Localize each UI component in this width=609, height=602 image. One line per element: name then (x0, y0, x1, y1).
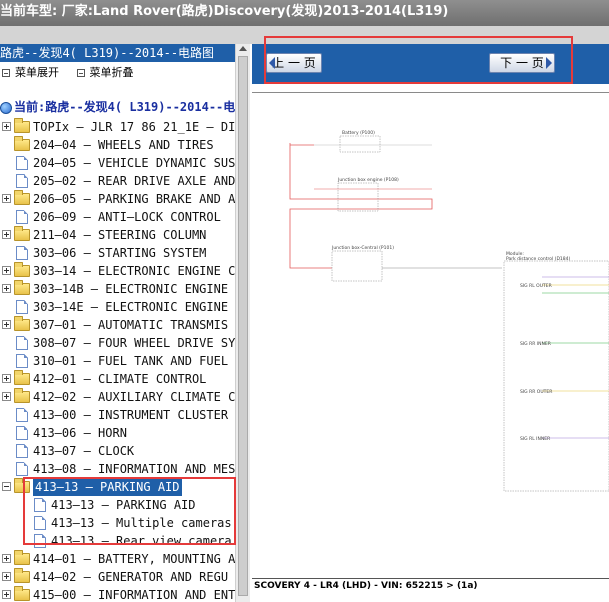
tree-item-label: 303—14B — ELECTRONIC ENGINE C (33, 282, 243, 296)
tree-item-label: TOPIx — JLR 17 86 21_1E — DISCO (33, 120, 250, 134)
expand-node-icon[interactable] (2, 320, 11, 329)
tree-item-label: 307—01 — AUTOMATIC TRANSMIS (33, 318, 229, 332)
globe-icon (0, 101, 12, 114)
wiring-diagram: Battery (P100) Junction box engine (P108… (252, 92, 609, 582)
footer-rule (252, 578, 609, 579)
document-icon (16, 174, 28, 188)
tree-item-label: 303—14E — ELECTRONIC ENGINE C (33, 300, 243, 314)
tree-item-label: 413—08 — INFORMATION AND MES (33, 462, 236, 476)
expand-icon (2, 69, 10, 77)
expand-node-icon[interactable] (2, 554, 11, 563)
diagram-panel: 上 一 页 下 一 页 Battery (P100) Junction box … (252, 36, 609, 602)
expand-node-icon[interactable] (2, 266, 11, 275)
folder-icon (14, 226, 30, 241)
scrollbar-thumb[interactable] (238, 56, 248, 596)
document-icon (16, 408, 28, 422)
tree-item-label: 413—07 — CLOCK (33, 444, 135, 458)
folder-icon (14, 136, 30, 151)
tree-item-label: 414—01 — BATTERY, MOUNTING A (33, 552, 236, 566)
collapse-menu-button[interactable]: 菜单折叠 (76, 64, 134, 82)
tree-item-label: 414—02 — GENERATOR AND REGU (33, 570, 229, 584)
expand-node-icon[interactable] (2, 230, 11, 239)
expand-node-icon[interactable] (2, 284, 11, 293)
tree-item-label: 308—07 — FOUR WHEEL DRIVE SYS (33, 336, 243, 350)
battery-label: Battery (P100) (342, 130, 375, 136)
collapse-node-icon[interactable] (2, 482, 11, 491)
diagram-footer: SCOVERY 4 - LR4 (LHD) - VIN: 652215 > (1… (254, 581, 478, 591)
tree-panel-title: 路虎--发现4( L319)--2014--电路图 (0, 46, 215, 60)
document-icon (16, 354, 28, 368)
folder-icon (14, 280, 30, 295)
document-icon (16, 300, 28, 314)
folder-icon (14, 316, 30, 331)
highlight-box-tree (23, 477, 236, 545)
tree-item-label: 310—01 — FUEL TANK AND FUEL LI (33, 354, 250, 368)
output-label-2: SIG RR INNER (520, 341, 551, 347)
folder-icon (14, 262, 30, 277)
folder-icon (14, 190, 30, 205)
expand-node-icon[interactable] (2, 572, 11, 581)
junction-box-engine-label: Junction box engine (P108) (337, 177, 399, 183)
tree-item-label: 205—02 — REAR DRIVE AXLE AND (33, 174, 236, 188)
scroll-up-arrow-icon[interactable] (239, 46, 247, 51)
highlight-box-nav (264, 36, 573, 84)
document-icon (16, 156, 28, 170)
document-icon (16, 336, 28, 350)
tree-item-label: 303—06 — STARTING SYSTEM (33, 246, 207, 260)
output-label-4: SIG RL INNER (520, 436, 550, 442)
window-title: 当前车型: 厂家:Land Rover(路虎)Discovery(发现)2013… (0, 4, 449, 19)
folder-icon (14, 550, 30, 565)
document-icon (16, 246, 28, 260)
document-icon (16, 210, 28, 224)
tree-item-label: 204—05 — VEHICLE DYNAMIC SUS (33, 156, 236, 170)
expand-node-icon[interactable] (2, 374, 11, 383)
wiring-diagram-svg: Battery (P100) Junction box engine (P108… (289, 130, 609, 492)
folder-icon (14, 586, 30, 601)
expand-menu-button[interactable]: 菜单展开 (2, 64, 59, 82)
tree-item-label: 206—09 — ANTI—LOCK CONTROL (33, 210, 221, 224)
tree-item-label: 412—02 — AUXILIARY CLIMATE CO (33, 390, 243, 404)
tree-item-label: 415—00 — INFORMATION AND ENT (33, 588, 236, 602)
output-label-3: SIG RR OUTER (520, 389, 552, 395)
document-icon (16, 444, 28, 458)
tree-item-label: 303—14 — ELECTRONIC ENGINE CO (33, 264, 243, 278)
document-icon (16, 426, 28, 440)
junction-box-central-label: Junction box-Central (P101) (331, 245, 394, 251)
tree-item-label: 413—00 — INSTRUMENT CLUSTER (33, 408, 229, 422)
output-label-1: SIG RL OUTER (520, 283, 552, 289)
expand-node-icon[interactable] (2, 122, 11, 131)
tree-scrollbar[interactable] (235, 44, 250, 602)
tree-item-label: 412—01 — CLIMATE CONTROL (33, 372, 207, 386)
collapse-icon (76, 69, 85, 77)
current-model-label: 当前:路虎--发现4( L319)--2014--电路 (14, 100, 248, 114)
expand-node-icon[interactable] (2, 590, 11, 599)
tree-item-label: 206—05 — PARKING BRAKE AND A (33, 192, 236, 206)
tree-item-label: 204—04 — WHEELS AND TIRES (33, 138, 214, 152)
folder-icon (14, 370, 30, 385)
current-model-row[interactable]: 当前:路虎--发现4( L319)--2014--电路 (0, 98, 247, 116)
module-name-label: Park distance control (D184) (506, 256, 570, 262)
document-icon (16, 462, 28, 476)
expand-node-icon[interactable] (2, 194, 11, 203)
expand-node-icon[interactable] (2, 392, 11, 401)
folder-icon (14, 568, 30, 583)
tree-item-label: 413—06 — HORN (33, 426, 127, 440)
window-title-bar: 当前车型: 厂家:Land Rover(路虎)Discovery(发现)2013… (0, 0, 609, 26)
tree-item-label: 211—04 — STEERING COLUMN (33, 228, 207, 242)
folder-icon (14, 118, 30, 133)
tree-panel-header: 路虎--发现4( L319)--2014--电路图 (0, 44, 250, 62)
menu-toolbar: 菜单展开 菜单折叠 (0, 64, 146, 82)
folder-icon (14, 388, 30, 403)
